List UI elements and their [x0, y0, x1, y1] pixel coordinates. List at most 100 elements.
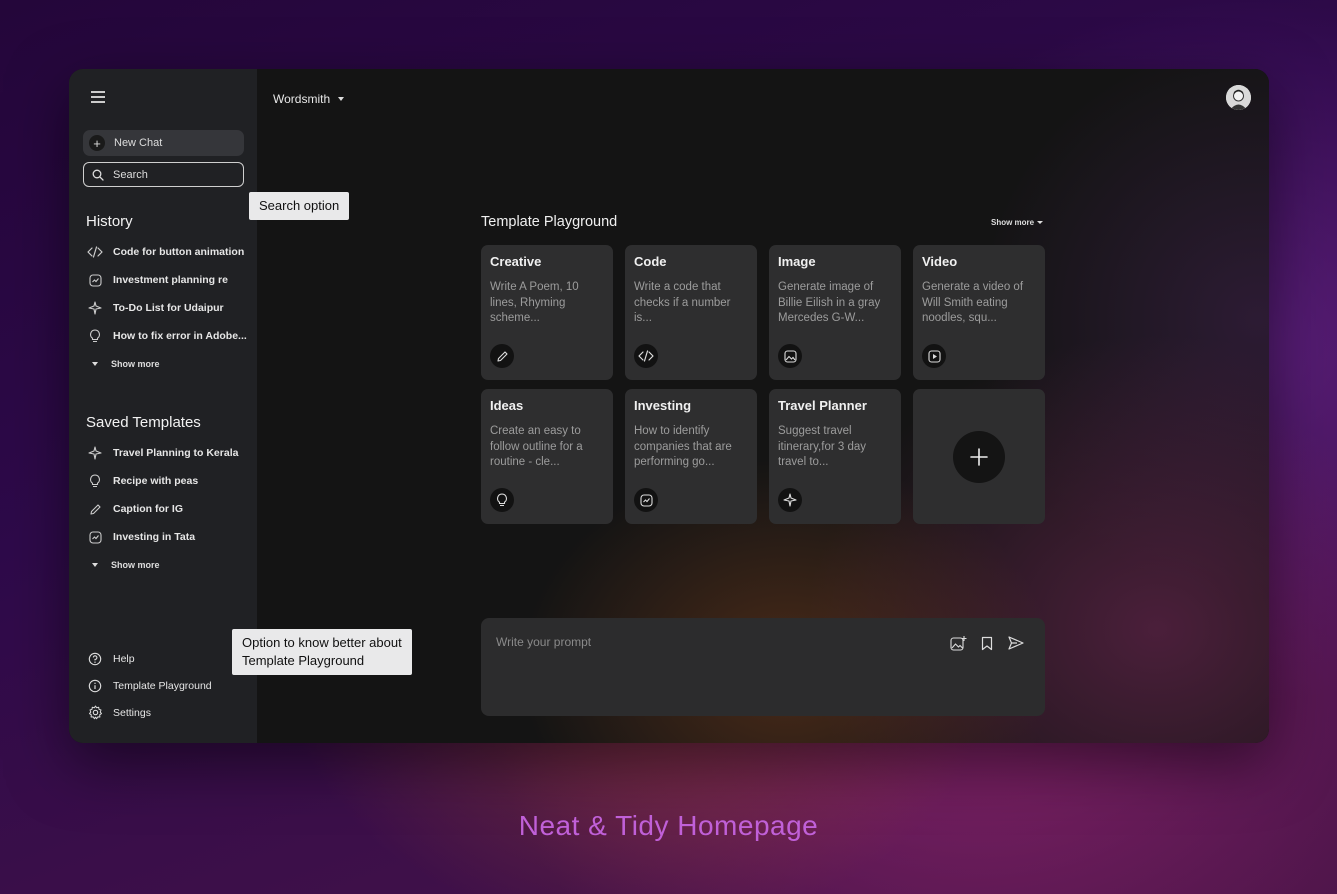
- pencil-icon: [86, 500, 104, 518]
- saved-item-label: Recipe with peas: [113, 475, 199, 487]
- card-title: Creative: [490, 254, 542, 269]
- template-playground-link[interactable]: Template Playground: [86, 672, 254, 699]
- history-item-0[interactable]: Code for button animation: [86, 238, 254, 266]
- new-chat-button[interactable]: + New Chat: [83, 130, 244, 156]
- model-selector[interactable]: Wordsmith: [273, 92, 345, 106]
- playground-title: Template Playground: [481, 214, 618, 230]
- template-card-code[interactable]: Code Write a code that checks if a numbe…: [625, 245, 757, 380]
- template-card-ideas[interactable]: Ideas Create an easy to follow outline f…: [481, 389, 613, 524]
- prompt-input[interactable]: [496, 635, 916, 649]
- card-title: Ideas: [490, 398, 524, 413]
- chart-icon: [86, 271, 104, 289]
- help-icon: [86, 650, 104, 668]
- avatar[interactable]: [1226, 85, 1251, 110]
- caret-down-icon: [1037, 221, 1044, 224]
- card-title: Video: [922, 254, 958, 269]
- card-description: Write A Poem, 10 lines, Rhyming scheme..…: [490, 281, 579, 324]
- playground-show-more[interactable]: Show more: [991, 218, 1044, 227]
- plus-icon: [953, 430, 1005, 483]
- code-icon: [634, 344, 658, 368]
- history-item-1[interactable]: Investment planning re: [86, 266, 254, 294]
- search-icon: [92, 169, 104, 181]
- history-item-2[interactable]: To-Do List for Udaipur: [86, 294, 254, 322]
- show-more-label: Show more: [111, 560, 160, 570]
- caret-down-icon: [338, 97, 345, 101]
- prompt-actions: [949, 634, 1025, 652]
- saved-item-1[interactable]: Recipe with peas: [86, 467, 254, 495]
- saved-show-more[interactable]: Show more: [86, 551, 254, 579]
- bulb-icon: [490, 488, 514, 512]
- info-icon: [86, 677, 104, 695]
- card-title: Travel Planner: [778, 398, 867, 413]
- card-description: Generate a video of Will Smith eating no…: [922, 281, 1024, 324]
- template-grid: Creative Write A Poem, 10 lines, Rhyming…: [481, 245, 1045, 524]
- playground-callout: Option to know better about Template Pla…: [232, 629, 412, 675]
- add-image-icon[interactable]: [949, 634, 967, 652]
- sidebar: + New Chat Search History Code for butto…: [69, 69, 257, 743]
- card-description: Suggest travel itinerary,for 3 day trave…: [778, 425, 866, 468]
- card-title: Image: [778, 254, 816, 269]
- saved-item-0[interactable]: Travel Planning to Kerala: [86, 439, 254, 467]
- show-more-label: Show more: [991, 218, 1035, 227]
- history-item-label: Investment planning re: [113, 274, 228, 286]
- history-item-label: Code for button animation: [113, 246, 245, 258]
- search-input[interactable]: Search: [83, 162, 244, 187]
- settings-link[interactable]: Settings: [86, 699, 254, 726]
- history-show-more[interactable]: Show more: [86, 350, 254, 378]
- prompt-box: [481, 618, 1045, 716]
- saved-item-3[interactable]: Investing in Tata: [86, 523, 254, 551]
- menu-icon[interactable]: [91, 91, 105, 103]
- plane-icon: [86, 444, 104, 462]
- bookmark-icon[interactable]: [978, 634, 996, 652]
- history-item-label: How to fix error in Adobe...: [113, 330, 247, 342]
- history-item-3[interactable]: How to fix error in Adobe...: [86, 322, 254, 350]
- caret-down-icon: [92, 563, 98, 567]
- saved-item-label: Caption for IG: [113, 503, 183, 515]
- help-link[interactable]: Help: [86, 645, 254, 672]
- sidebar-footer: Help Template Playground Settings: [86, 645, 254, 726]
- video-icon: [922, 344, 946, 368]
- page-caption: Neat & Tidy Homepage: [518, 810, 819, 841]
- card-description: Write a code that checks if a number is.…: [634, 281, 731, 324]
- card-description: Generate image of Billie Eilish in a gra…: [778, 281, 881, 324]
- callout-text: Search option: [259, 198, 340, 213]
- app-name: Wordsmith: [273, 92, 331, 106]
- history-item-label: To-Do List for Udaipur: [113, 302, 224, 314]
- chart-icon: [634, 488, 658, 512]
- chart-icon: [86, 528, 104, 546]
- template-playground-label: Template Playground: [113, 679, 212, 692]
- callout-text-line2: Template Playground: [242, 653, 365, 668]
- search-callout: Search option: [249, 192, 350, 220]
- send-icon[interactable]: [1007, 634, 1025, 652]
- card-title: Investing: [634, 398, 692, 413]
- new-chat-label: New Chat: [114, 137, 163, 149]
- callout-text-line1: Option to know better about: [242, 635, 402, 650]
- template-card-video[interactable]: Video Generate a video of Will Smith eat…: [913, 245, 1045, 380]
- caret-down-icon: [92, 362, 98, 366]
- template-card-investing[interactable]: Investing How to identify companies that…: [625, 389, 757, 524]
- bulb-icon: [86, 327, 104, 345]
- card-description: How to identify companies that are perfo…: [634, 425, 732, 468]
- saved-templates-title: Saved Templates: [86, 414, 201, 431]
- user-avatar-icon: [1226, 85, 1251, 110]
- history-list: Code for button animation Investment pla…: [86, 238, 254, 378]
- settings-label: Settings: [113, 706, 151, 719]
- pencil-icon: [490, 344, 514, 368]
- card-description: Create an easy to follow outline for a r…: [490, 425, 583, 468]
- plane-icon: [86, 299, 104, 317]
- plus-icon: +: [89, 135, 105, 151]
- gear-icon: [86, 704, 104, 722]
- show-more-label: Show more: [111, 359, 160, 369]
- saved-item-label: Investing in Tata: [113, 531, 196, 543]
- help-label: Help: [113, 652, 135, 665]
- template-card-image[interactable]: Image Generate image of Billie Eilish in…: [769, 245, 901, 380]
- saved-item-2[interactable]: Caption for IG: [86, 495, 254, 523]
- add-template-button[interactable]: [913, 389, 1045, 524]
- image-icon: [778, 344, 802, 368]
- bulb-icon: [86, 472, 104, 490]
- template-card-travel-planner[interactable]: Travel Planner Suggest travel itinerary,…: [769, 389, 901, 524]
- saved-item-label: Travel Planning to Kerala: [113, 447, 239, 459]
- plane-icon: [778, 488, 802, 512]
- template-card-creative[interactable]: Creative Write A Poem, 10 lines, Rhyming…: [481, 245, 613, 380]
- card-title: Code: [634, 254, 667, 269]
